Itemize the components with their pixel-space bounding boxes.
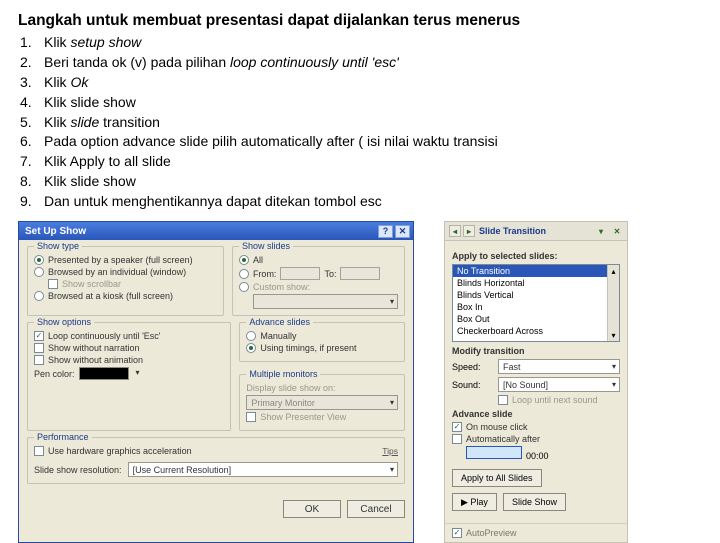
radio-timings[interactable]: Using timings, if present (246, 343, 398, 353)
group-label: Show type (34, 241, 82, 251)
monitor-combo: Primary Monitor (246, 395, 398, 410)
auto-after-field[interactable] (466, 446, 522, 459)
check-presenter: Show Presenter View (246, 412, 398, 422)
list-item[interactable]: Blinds Vertical (453, 289, 619, 301)
group-label: Advance slides (246, 317, 313, 327)
tips-link[interactable]: Tips (382, 446, 398, 456)
forward-icon[interactable]: ▸ (463, 225, 475, 237)
apply-label: Apply to selected slides: (452, 251, 620, 261)
radio-kiosk[interactable]: Browsed at a kiosk (full screen) (34, 291, 217, 301)
custom-show-combo (253, 294, 398, 309)
play-button[interactable]: ▶ Play (452, 493, 497, 511)
dialog-title: Set Up Show (25, 226, 86, 237)
radio-manual[interactable]: Manually (246, 331, 398, 341)
slideshow-button[interactable]: Slide Show (503, 493, 566, 511)
apply-all-button[interactable]: Apply to All Slides (452, 469, 542, 487)
setup-show-dialog: Set Up Show ? ✕ Show type Presented by a… (18, 221, 414, 543)
radio-all[interactable]: All (239, 255, 398, 265)
group-label: Show options (34, 317, 94, 327)
check-auto-after[interactable]: Automatically after (452, 434, 620, 444)
step-num: 1. (20, 33, 44, 52)
help-button[interactable]: ? (378, 225, 393, 238)
list-item[interactable]: Box In (453, 301, 619, 313)
list-item[interactable]: No Transition (453, 265, 619, 277)
close-button[interactable]: ✕ (395, 225, 410, 238)
list-item[interactable]: Blinds Horizontal (453, 277, 619, 289)
sound-combo[interactable]: [No Sound] (498, 377, 620, 392)
check-loop-sound: Loop until next sound (498, 395, 620, 405)
back-icon[interactable]: ◂ (449, 225, 461, 237)
list-item[interactable]: Checkerboard Across (453, 325, 619, 337)
dialog-titlebar[interactable]: Set Up Show ? ✕ (19, 222, 413, 240)
close-icon[interactable]: ✕ (611, 225, 623, 237)
check-noanim[interactable]: Show without animation (34, 355, 224, 365)
slide-transition-pane: ◂ ▸ Slide Transition ▾ ✕ Apply to select… (444, 221, 628, 543)
list-item[interactable]: Box Out (453, 313, 619, 325)
check-loop[interactable]: ✓Loop continuously until 'Esc' (34, 331, 224, 341)
check-scrollbar: Show scrollbar (48, 279, 217, 289)
from-field[interactable] (280, 267, 320, 280)
group-label: Show slides (239, 241, 293, 251)
page-title: Langkah untuk membuat presentasi dapat d… (18, 12, 702, 30)
check-hwaccel[interactable]: Use hardware graphics acceleration (34, 446, 192, 456)
steps-list: 1.Klik setup show 2.Beri tanda ok (v) pa… (20, 33, 702, 211)
check-on-click[interactable]: ✓On mouse click (452, 422, 620, 432)
speed-combo[interactable]: Fast (498, 359, 620, 374)
ok-button[interactable]: OK (283, 500, 341, 518)
resolution-combo[interactable]: [Use Current Resolution] (128, 462, 398, 477)
check-nonarr[interactable]: Show without narration (34, 343, 224, 353)
group-label: Performance (34, 432, 92, 442)
cancel-button[interactable]: Cancel (347, 500, 405, 518)
pen-color-swatch[interactable] (79, 367, 129, 380)
group-label: Multiple monitors (246, 369, 320, 379)
transition-list[interactable]: No Transition Blinds Horizontal Blinds V… (452, 264, 620, 342)
radio-from[interactable]: From:To: (239, 267, 398, 280)
step-text: Klik setup show (44, 33, 141, 52)
to-field[interactable] (340, 267, 380, 280)
scrollbar[interactable]: ▴▾ (607, 265, 619, 341)
radio-custom: Custom show: (239, 282, 398, 292)
radio-presented[interactable]: Presented by a speaker (full screen) (34, 255, 217, 265)
pane-title: Slide Transition (479, 226, 546, 236)
radio-individual[interactable]: Browsed by an individual (window) (34, 267, 217, 277)
dropdown-icon[interactable]: ▾ (595, 225, 607, 237)
check-autopreview[interactable]: ✓ (452, 528, 462, 538)
